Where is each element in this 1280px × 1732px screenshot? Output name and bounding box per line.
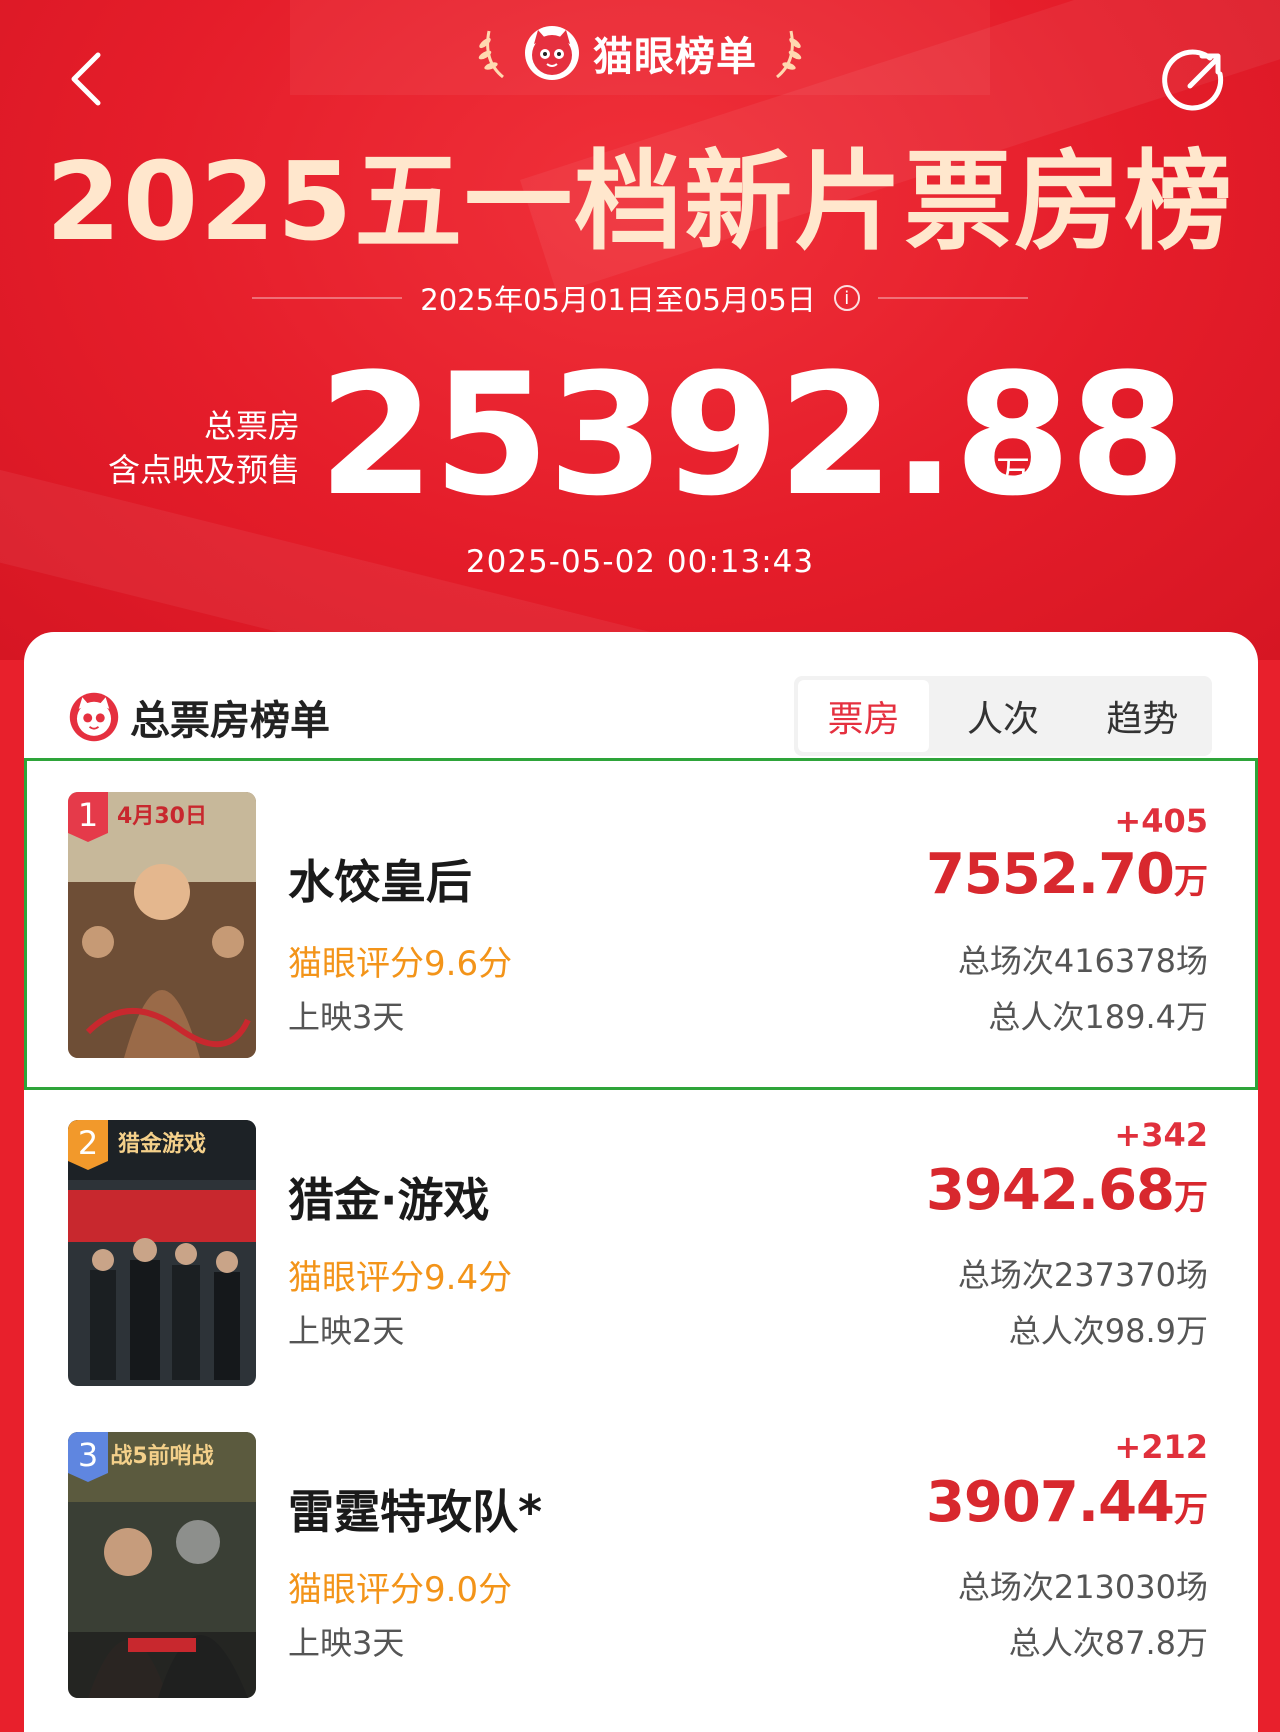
list-item[interactable]: 猎金游戏 2 猎金·游戏 猫眼评分9.4分 上映2天 +342 3942.68万… [24, 1090, 1258, 1402]
card-title: 总票房榜单 [130, 698, 330, 744]
total-label-line2: 含点映及预售 [107, 451, 300, 489]
hero-banner: 猫眼榜单 2025五一档新片票房榜 2025年05月01日至05月05日 i 总… [0, 0, 1280, 660]
movie-viewers: 总人次87.8万 [1008, 1624, 1208, 1662]
gross-delta: +212 [1114, 1428, 1208, 1466]
tab-box-office[interactable]: 票房 [798, 680, 930, 752]
movie-gross: 7552.70万 [926, 842, 1208, 907]
movie-days: 上映3天 [288, 1624, 405, 1662]
list-item[interactable]: 4月30日 1 水饺皇后 猫眼评分9.6分 上映3天 +405 7552.70万… [24, 758, 1258, 1090]
rank-badge: 2 [68, 1120, 108, 1170]
gross-unit: 万 [1174, 1178, 1208, 1218]
movie-score: 猫眼评分9.0分 [288, 1570, 513, 1610]
gross-value: 3907.44 [925, 1470, 1175, 1535]
gross-unit: 万 [1174, 1490, 1208, 1530]
total-label-line1: 总票房 [203, 407, 300, 445]
movie-score: 猫眼评分9.4分 [288, 1258, 513, 1298]
movie-viewers: 总人次189.4万 [988, 998, 1208, 1036]
update-timestamp: 2025-05-02 00:13:43 [465, 544, 815, 580]
movie-title: 猎金·游戏 [288, 1173, 490, 1227]
brand: 猫眼榜单 [460, 22, 820, 84]
page-title: 2025五一档新片票房榜 [45, 140, 1235, 265]
gross-value: 3942.68 [925, 1158, 1175, 1223]
gross-value: 7552.70 [925, 842, 1175, 907]
gross-delta: +405 [1114, 802, 1208, 840]
share-icon [1162, 49, 1224, 111]
ranking-card: 总票房榜单 票房 人次 趋势 4月30日 1 水饺皇后 猫眼评分9.6分 上映3… [24, 632, 1258, 1732]
cat-logo-icon [525, 26, 579, 80]
movie-gross: 3907.44万 [926, 1470, 1208, 1535]
movie-poster: 战5前哨战 3 [68, 1432, 256, 1698]
movie-shows: 总场次237370场 [957, 1256, 1208, 1294]
cat-logo-icon [69, 692, 119, 742]
movie-poster: 猎金游戏 2 [68, 1120, 256, 1386]
movie-viewers: 总人次98.9万 [1008, 1312, 1208, 1350]
movie-shows: 总场次213030场 [957, 1568, 1208, 1606]
movie-days: 上映2天 [288, 1312, 405, 1350]
rank-badge: 3 [68, 1432, 108, 1482]
chevron-left-icon [71, 52, 101, 106]
date-range: 2025年05月01日至05月05日 [420, 283, 816, 317]
total-label: 总票房 含点映及预售 [70, 404, 300, 492]
back-button[interactable] [56, 44, 116, 114]
gross-delta: +342 [1114, 1116, 1208, 1154]
movie-title: 雷霆特攻队* [288, 1485, 543, 1539]
laurel-icon [478, 30, 504, 79]
info-icon[interactable]: i [833, 285, 860, 311]
date-range-row: 2025年05月01日至05月05日 i [0, 276, 1280, 320]
rank-badge: 1 [68, 792, 108, 842]
movie-days: 上映3天 [288, 998, 405, 1036]
total-box-office: 25392.88 [318, 337, 1186, 533]
card-header: 总票房榜单 [68, 688, 330, 746]
divider [252, 297, 403, 299]
movie-poster: 4月30日 1 [68, 792, 256, 1058]
movie-gross: 3942.68万 [926, 1158, 1208, 1223]
brand-name: 猫眼榜单 [593, 34, 757, 80]
movie-shows: 总场次416378场 [957, 942, 1208, 980]
tab-bar: 票房 人次 趋势 [794, 676, 1212, 756]
laurel-icon [776, 30, 802, 79]
total-unit: 万 [996, 454, 1030, 494]
share-button[interactable] [1160, 44, 1232, 116]
movie-score: 猫眼评分9.6分 [288, 944, 513, 984]
list-item[interactable]: 战5前哨战 3 雷霆特攻队* 猫眼评分9.0分 上映3天 +212 3907.4… [24, 1402, 1258, 1714]
tab-admissions[interactable]: 人次 [937, 680, 1068, 752]
gross-unit: 万 [1174, 862, 1208, 902]
movie-title: 水饺皇后 [288, 855, 472, 909]
tab-trend[interactable]: 趋势 [1077, 680, 1208, 752]
divider [877, 297, 1028, 299]
